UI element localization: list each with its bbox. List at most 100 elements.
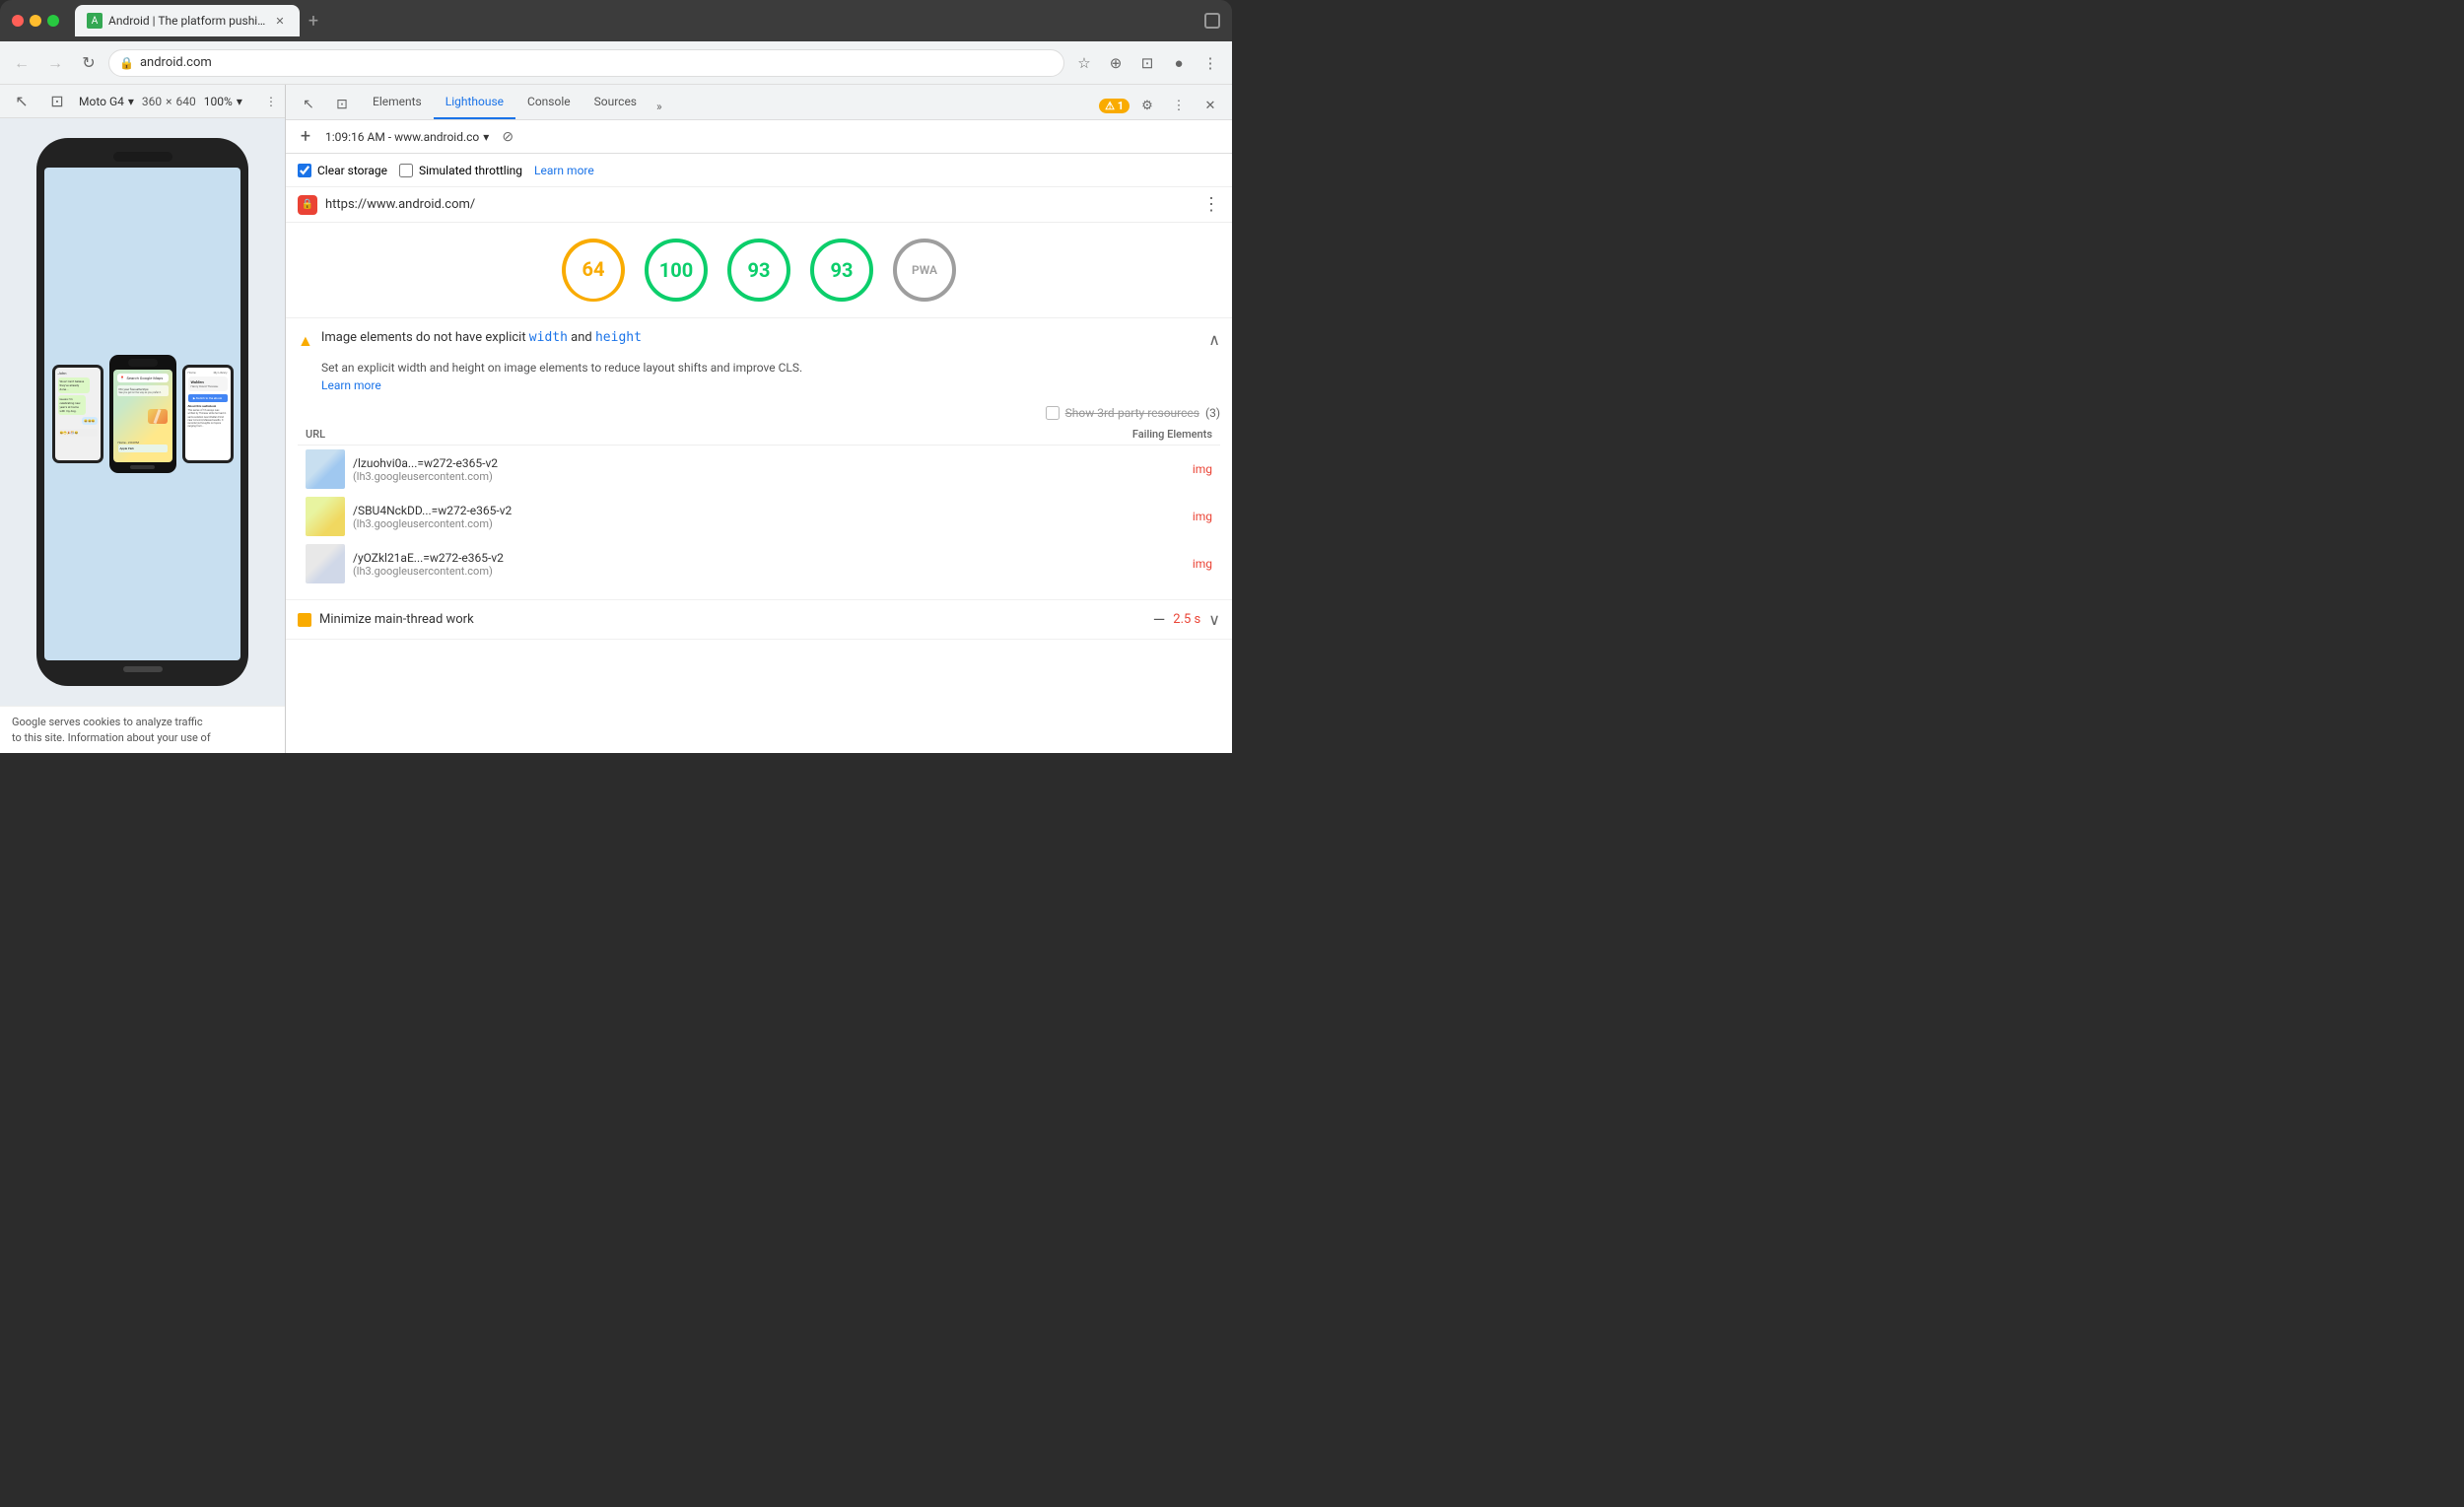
audit-item-header: ▲ Image elements do not have explicit wi… (298, 330, 1220, 351)
score-circle-performance[interactable]: 64 (562, 239, 625, 302)
bookmark-button[interactable]: ☆ (1070, 49, 1098, 77)
col-failing-header: Failing Elements (942, 424, 1220, 445)
score-pwa: PWA (893, 239, 956, 302)
tab-sources[interactable]: Sources (582, 86, 649, 119)
cursor-mode-button[interactable]: ↖ (8, 88, 35, 115)
minimize-work-header: Minimize main-thread work — 2.5 s ∨ (298, 610, 1220, 629)
footer-line-2: to this site. Information about your use… (12, 730, 273, 745)
cursor-tool-button[interactable]: ↖ (294, 90, 323, 119)
back-button[interactable]: ← (8, 49, 35, 77)
title-bar: A Android | The platform pushing ✕ + (0, 0, 1232, 41)
device-tool-button[interactable]: ⊡ (327, 90, 357, 119)
devtools-kebab-button[interactable]: ⋮ (1165, 92, 1193, 119)
zoom-dropdown-icon: ▾ (237, 95, 242, 108)
extension-button[interactable]: ⊕ (1102, 49, 1129, 77)
audit-collapse-button[interactable]: ∧ (1208, 330, 1220, 349)
device-screen: John Wow! Can't believe they've already … (44, 168, 240, 660)
scores-row: 64 100 93 (286, 223, 1232, 318)
score-circle-accessibility[interactable]: 100 (645, 239, 708, 302)
failing-element-3: img (942, 540, 1220, 587)
audit-results: 🔒 https://www.android.com/ ⋮ 64 (286, 187, 1232, 753)
table-cell-url-3: /yOZkl21aE...=w272-e365-v2 (lh3.googleus… (298, 540, 942, 587)
options-learn-more-link[interactable]: Learn more (534, 164, 594, 177)
minimize-work-item: Minimize main-thread work — 2.5 s ∨ (286, 600, 1232, 640)
minimize-work-icon (298, 613, 311, 627)
score-circle-pwa[interactable]: PWA (893, 239, 956, 302)
audit-url-icon: 🔒 (298, 195, 317, 215)
mini-phone-left: John Wow! Can't believe they've already … (52, 365, 103, 463)
score-circle-best-practices[interactable]: 93 (727, 239, 790, 302)
nav-actions: ☆ ⊕ ⊡ ● ⋮ (1070, 49, 1224, 77)
minimize-traffic-light[interactable] (30, 15, 41, 27)
lighthouse-session-selector[interactable]: 1:09:16 AM - www.android.co ▾ (325, 130, 489, 144)
url-domain-3: (lh3.googleusercontent.com) (353, 565, 504, 578)
table-row: /lzuohvi0a...=w272-e365-v2 (lh3.googleus… (298, 445, 1220, 494)
audit-description: Set an explicit width and height on imag… (321, 359, 1220, 394)
reload-button[interactable]: ↻ (75, 49, 103, 77)
tab-favicon: A (87, 13, 103, 29)
webpage-footer: Google serves cookies to analyze traffic… (0, 706, 285, 753)
zoom-selector[interactable]: 100% ▾ (204, 95, 242, 108)
more-tabs-button[interactable]: » (649, 94, 670, 119)
lock-icon: 🔒 (119, 56, 134, 70)
minimize-work-expand-button[interactable]: ∨ (1208, 610, 1220, 629)
lighthouse-panel: + 1:09:16 AM - www.android.co ▾ ⊘ Clear … (286, 120, 1232, 753)
url-domain-2: (lh3.googleusercontent.com) (353, 517, 512, 530)
audit-title-width-code: width (529, 330, 568, 345)
lighthouse-session-time: 1:09:16 AM - www.android.co (325, 130, 479, 144)
address-text: android.com (140, 55, 1054, 70)
table-cell-url-1: /lzuohvi0a...=w272-e365-v2 (lh3.googleus… (298, 445, 942, 494)
footer-line-1: Google serves cookies to analyze traffic (12, 715, 273, 729)
device-toolbar: ↖ ⊡ Moto G4 ▾ 360 × 640 100% ▾ ⋮ (0, 85, 285, 118)
devtools-close-button[interactable]: ✕ (1197, 92, 1224, 119)
lighthouse-clear-button[interactable]: ⊘ (497, 126, 518, 148)
device-selector[interactable]: Moto G4 ▾ (79, 95, 134, 108)
url-text-1: /lzuohvi0a...=w272-e365-v2 (353, 456, 498, 470)
tab-elements[interactable]: Elements (361, 86, 434, 119)
audit-more-button[interactable]: ⋮ (1202, 194, 1220, 215)
forward-button[interactable]: → (41, 49, 69, 77)
profile-button[interactable]: ● (1165, 49, 1193, 77)
close-traffic-light[interactable] (12, 15, 24, 27)
devtools-settings-button[interactable]: ⚙ (1133, 92, 1161, 119)
device-width: 360 (142, 95, 162, 108)
window-controls-right (1204, 13, 1220, 29)
webpage-footer-text: Google serves cookies to analyze traffic… (12, 715, 273, 745)
device-toolbar-more-button[interactable]: ⋮ (265, 95, 277, 108)
score-circle-seo[interactable]: 93 (810, 239, 873, 302)
device-home-bar (123, 666, 163, 672)
device-frame-container: John Wow! Can't believe they've already … (0, 118, 285, 706)
tab-lighthouse[interactable]: Lighthouse (434, 86, 515, 119)
cast-button[interactable]: ⊡ (1133, 49, 1161, 77)
new-tab-button[interactable]: + (300, 7, 327, 34)
score-best-practices: 93 (727, 239, 790, 302)
lighthouse-dropdown-icon: ▾ (483, 130, 489, 144)
table-cell-url-2: /SBU4NckDD...=w272-e365-v2 (lh3.googleus… (298, 493, 942, 540)
lighthouse-add-button[interactable]: + (294, 125, 317, 149)
active-tab[interactable]: A Android | The platform pushing ✕ (75, 5, 300, 36)
menu-button[interactable]: ⋮ (1197, 49, 1224, 77)
audit-title-prefix: Image elements do not have explicit (321, 330, 529, 345)
address-bar[interactable]: 🔒 android.com (108, 49, 1064, 77)
tab-close-button[interactable]: ✕ (272, 13, 288, 29)
url-thumb-1 (306, 449, 345, 489)
url-thumb-3 (306, 544, 345, 583)
maximize-traffic-light[interactable] (47, 15, 59, 27)
audit-learn-more-link[interactable]: Learn more (321, 378, 381, 392)
clear-storage-checkbox[interactable] (298, 164, 311, 177)
audit-table: URL Failing Elements (298, 424, 1220, 587)
mini-phone-right: Home My Library Walden Henry David Thore… (182, 365, 234, 463)
clear-storage-group: Clear storage (298, 164, 387, 177)
device-dropdown-icon: ▾ (128, 95, 134, 108)
third-party-checkbox[interactable] (1046, 406, 1060, 420)
simulated-throttling-checkbox[interactable] (399, 164, 413, 177)
audit-title-height-code: height (595, 330, 642, 345)
warning-badge: ⚠ 1 (1099, 99, 1129, 113)
device-toggle-button[interactable]: ⊡ (43, 88, 71, 115)
devtools-tabs: ↖ ⊡ Elements Lighthouse Console Sources … (286, 85, 1232, 120)
window-expand-button[interactable] (1204, 13, 1220, 29)
tab-console[interactable]: Console (515, 86, 582, 119)
failing-element-2: img (942, 493, 1220, 540)
dimension-cross: × (166, 95, 171, 108)
url-domain-1: (lh3.googleusercontent.com) (353, 470, 498, 483)
